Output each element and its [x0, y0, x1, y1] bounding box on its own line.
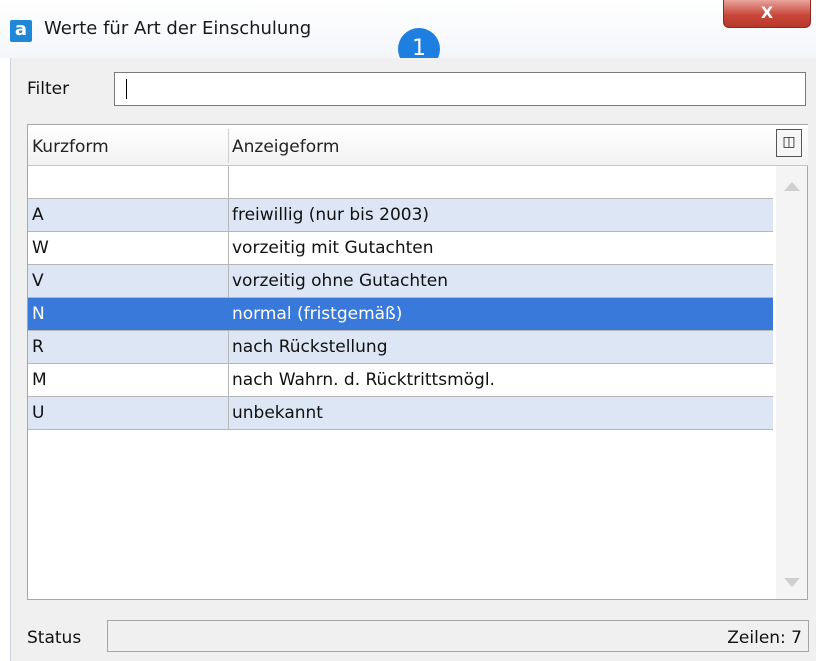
vertical-scrollbar[interactable] [776, 166, 807, 599]
table-row[interactable]: V vorzeitig ohne Gutachten [28, 265, 773, 298]
title-bar[interactable]: a Werte für Art der Einschulung 1 X [0, 0, 816, 70]
column-divider[interactable] [228, 129, 229, 163]
status-label: Status [27, 628, 82, 648]
table-row[interactable]: W vorzeitig mit Gutachten [28, 232, 773, 265]
cell-kurzform: U [28, 397, 229, 429]
cell-kurzform: W [28, 232, 229, 264]
cell-kurzform: V [28, 265, 229, 297]
cell-anzeigeform: vorzeitig ohne Gutachten [232, 271, 449, 291]
table-row-selected[interactable]: N normal (fristgemäß) [28, 298, 773, 331]
close-icon: X [760, 3, 774, 22]
scroll-down-icon[interactable] [784, 578, 800, 587]
table-row[interactable]: R nach Rückstellung [28, 331, 773, 364]
cell-anzeigeform: vorzeitig mit Gutachten [232, 238, 434, 258]
filter-cell-kurzform[interactable] [28, 166, 229, 198]
table-row[interactable]: M nach Wahrn. d. Rücktrittsmögl. [28, 364, 773, 397]
filter-cell-anzeigeform[interactable] [229, 166, 776, 198]
dialog-body: Filter Kurzform Anzeigeform ◫ A freiwill… [10, 58, 816, 661]
table-row[interactable]: U unbekannt [28, 397, 773, 430]
grid-header: Kurzform Anzeigeform ◫ [28, 125, 808, 166]
app-logo-icon: a [10, 20, 32, 42]
cell-anzeigeform: nach Wahrn. d. Rücktrittsmögl. [232, 370, 495, 390]
filter-input[interactable] [114, 72, 806, 106]
row-count: Zeilen: 7 [727, 628, 802, 648]
column-chooser-icon[interactable]: ◫ [776, 129, 802, 157]
table-row[interactable]: A freiwillig (nur bis 2003) [28, 199, 773, 232]
column-header-kurzform[interactable]: Kurzform [32, 137, 109, 157]
filter-row[interactable] [28, 166, 773, 199]
values-grid: Kurzform Anzeigeform ◫ A freiwillig (nur… [27, 124, 808, 600]
window-title: Werte für Art der Einschulung [44, 18, 312, 39]
close-button[interactable]: X [723, 0, 811, 28]
text-caret [126, 79, 127, 99]
scroll-up-icon[interactable] [784, 182, 800, 191]
cell-kurzform: A [28, 199, 229, 231]
cell-kurzform: N [28, 298, 229, 330]
filter-label: Filter [27, 79, 70, 99]
column-header-anzeigeform[interactable]: Anzeigeform [232, 137, 339, 157]
cell-anzeigeform: normal (fristgemäß) [232, 304, 403, 324]
cell-anzeigeform: nach Rückstellung [232, 337, 388, 357]
status-bar: Zeilen: 7 [107, 620, 809, 652]
cell-kurzform: R [28, 331, 229, 363]
cell-kurzform: M [28, 364, 229, 396]
cell-anzeigeform: unbekannt [232, 403, 323, 423]
cell-anzeigeform: freiwillig (nur bis 2003) [232, 205, 430, 225]
